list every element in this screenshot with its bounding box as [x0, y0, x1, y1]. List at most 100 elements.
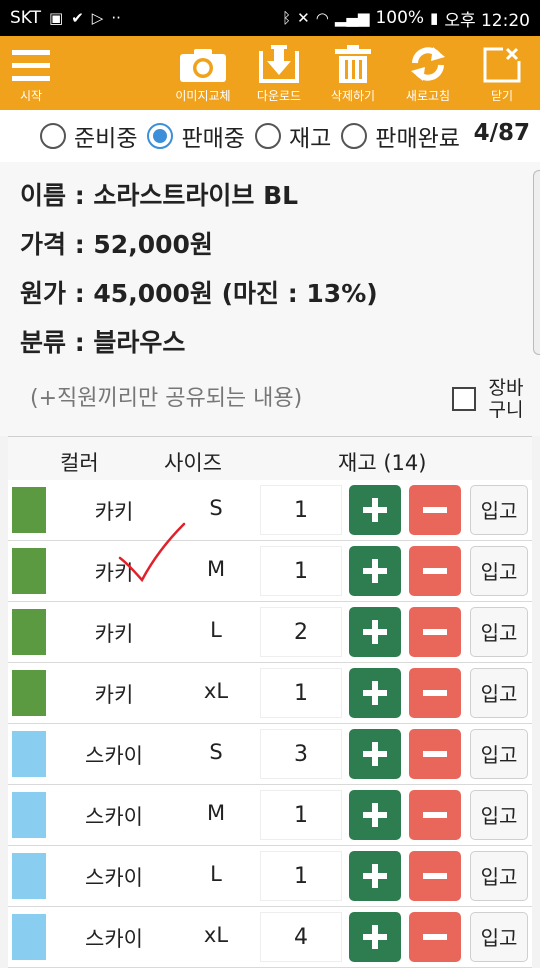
color-name: 카키 [94, 622, 134, 646]
quantity-field[interactable]: 1 [260, 790, 342, 840]
change-image-button[interactable]: 이미지교체 [168, 36, 238, 110]
quantity-field[interactable]: 2 [260, 607, 342, 657]
menu-button[interactable]: 시작 [8, 36, 54, 110]
status-option-stock[interactable]: 재고 [254, 119, 332, 153]
status-option-soldout[interactable]: 판매완료 [341, 119, 460, 153]
status-option-label: 재고 [288, 126, 332, 152]
header-size: 사이즈 [164, 451, 222, 475]
close-label: 닫기 [490, 89, 514, 103]
decrease-button[interactable] [409, 668, 461, 718]
table-row: 카키 L 2 입고 [8, 602, 532, 663]
download-label: 다운로드 [256, 89, 302, 103]
wifi-icon: ◠ [315, 9, 329, 27]
quantity-field[interactable]: 1 [260, 851, 342, 901]
size-value: L [210, 862, 222, 886]
restock-button[interactable]: 입고 [470, 851, 528, 901]
color-name: 카키 [94, 683, 134, 707]
restock-button[interactable]: 입고 [470, 912, 528, 962]
size-value: L [210, 618, 222, 642]
size-value: S [209, 496, 223, 520]
delete-label: 삭제하기 [330, 89, 376, 103]
restock-button[interactable]: 입고 [470, 668, 528, 718]
product-price: 가격 : 52,000원 [20, 230, 213, 259]
quantity-field[interactable]: 1 [260, 668, 342, 718]
notification-icon: ✔ [71, 9, 84, 27]
checkbox-box [452, 387, 476, 411]
table-row: 스카이 L 1 입고 [8, 846, 532, 907]
size-value: S [209, 740, 223, 764]
increase-button[interactable] [349, 668, 401, 718]
battery-icon: ▮ [430, 9, 439, 27]
bluetooth-icon: ᛒ [282, 9, 292, 27]
carrier-label: SKT [10, 8, 42, 28]
cart-checkbox[interactable]: 장바 구니 [452, 377, 526, 421]
signal-icon: ▂▄▆ [334, 9, 370, 27]
size-value: xL [203, 679, 229, 703]
quantity-field[interactable]: 3 [260, 729, 342, 779]
check-mark-icon [118, 522, 186, 583]
refresh-icon [411, 47, 445, 81]
decrease-button[interactable] [409, 546, 461, 596]
close-button[interactable]: 닫기 [476, 36, 528, 110]
decrease-button[interactable] [409, 912, 461, 962]
increase-button[interactable] [349, 607, 401, 657]
camera-icon [180, 49, 226, 82]
increase-button[interactable] [349, 790, 401, 840]
download-button[interactable]: 다운로드 [248, 36, 310, 110]
radio-circle [341, 123, 368, 149]
product-category: 분류 : 블라우스 [20, 328, 186, 357]
table-header: 컬러 사이즈 재고 (14) [8, 436, 532, 480]
table-row: 스카이 S 3 입고 [8, 724, 532, 785]
color-swatch [12, 914, 46, 960]
color-swatch [12, 609, 46, 655]
product-cost: 원가 : 45,000원 (마진 : 13%) [20, 279, 378, 308]
restock-button[interactable]: 입고 [470, 607, 528, 657]
restock-button[interactable]: 입고 [470, 729, 528, 779]
toolbar: 시작 이미지교체 다운로드 삭제하기 새로고침 닫기 [0, 36, 540, 110]
decrease-button[interactable] [409, 851, 461, 901]
product-info: 이름 : 소라스트라이브 BL 가격 : 52,000원 원가 : 45,000… [0, 162, 540, 436]
restock-button[interactable]: 입고 [470, 546, 528, 596]
radio-circle [40, 123, 66, 149]
more-icon: ·· [111, 9, 121, 27]
close-icon [483, 47, 521, 83]
sale-status-group: 준비중 판매중 재고 판매완료 [0, 110, 540, 162]
increase-button[interactable] [349, 851, 401, 901]
menu-label: 시작 [19, 89, 43, 103]
increase-button[interactable] [349, 729, 401, 779]
restock-button[interactable]: 입고 [470, 485, 528, 535]
quantity-field[interactable]: 1 [260, 546, 342, 596]
scrollbar[interactable] [533, 170, 540, 355]
refresh-label: 새로고침 [405, 89, 451, 103]
quantity-field[interactable]: 4 [260, 912, 342, 962]
increase-button[interactable] [349, 912, 401, 962]
color-swatch [12, 670, 46, 716]
restock-button[interactable]: 입고 [470, 790, 528, 840]
clock: 오후 12:20 [444, 10, 530, 31]
status-option-label: 준비중 [74, 126, 138, 152]
decrease-button[interactable] [409, 729, 461, 779]
status-bar: SKT ▣ ✔ ▷ ·· ᛒ ✕ ◠ ▂▄▆ 100% ▮ 오후 12:20 [0, 0, 540, 36]
delete-button[interactable]: 삭제하기 [322, 36, 384, 110]
cart-label: 장바 구니 [488, 377, 524, 421]
increase-button[interactable] [349, 546, 401, 596]
status-option-label: 판매완료 [375, 126, 460, 152]
download-icon [259, 45, 299, 83]
color-swatch [12, 487, 46, 533]
status-option-label: 판매중 [181, 126, 245, 152]
table-row: 스카이 M 1 입고 [8, 785, 532, 846]
decrease-button[interactable] [409, 485, 461, 535]
color-name: 스카이 [85, 927, 143, 951]
size-value: xL [203, 923, 229, 947]
decrease-button[interactable] [409, 790, 461, 840]
status-option-selling[interactable]: 판매중 [147, 119, 245, 153]
status-option-preparing[interactable]: 준비중 [40, 119, 137, 153]
refresh-button[interactable]: 새로고침 [397, 36, 459, 110]
quantity-field[interactable]: 1 [260, 485, 342, 535]
memo-input[interactable]: (+직원끼리만 공유되는 내용) [30, 380, 302, 412]
color-name: 스카이 [85, 744, 143, 768]
increase-button[interactable] [349, 485, 401, 535]
decrease-button[interactable] [409, 607, 461, 657]
page-indicator: 4/87 [473, 120, 530, 146]
trash-icon [335, 45, 371, 83]
